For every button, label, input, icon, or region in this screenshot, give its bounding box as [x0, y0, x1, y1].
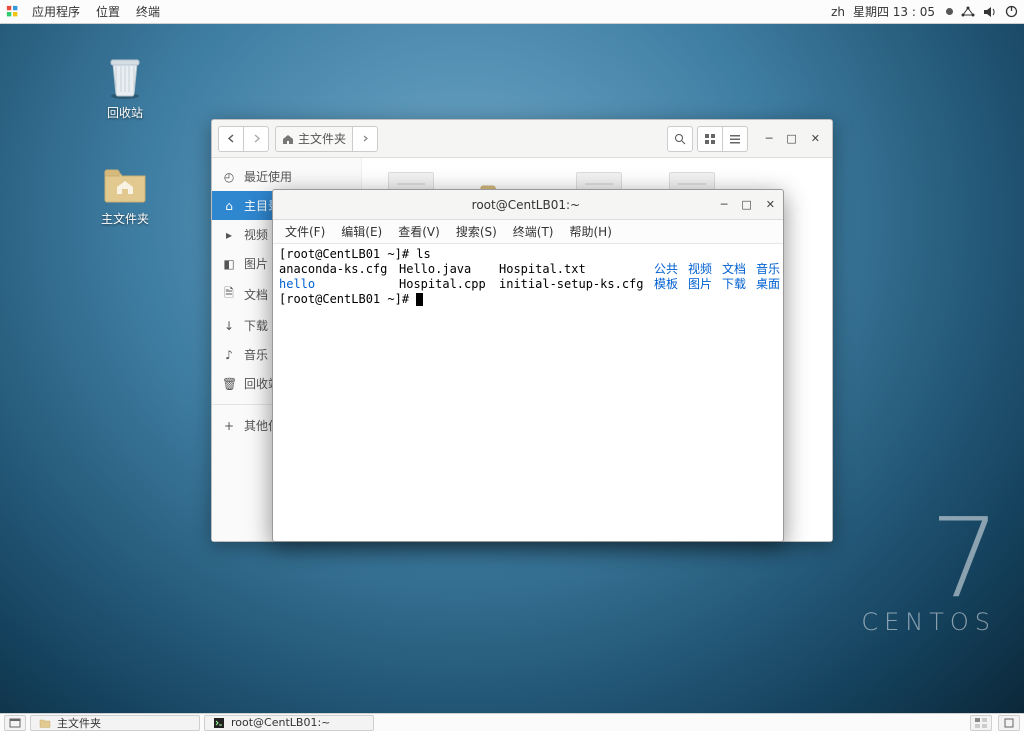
terminal-dir: hello	[279, 277, 399, 292]
terminal-dir: 桌面	[756, 277, 780, 291]
fm-search-button[interactable]	[667, 126, 693, 152]
fm-view-grid-button[interactable]	[697, 126, 723, 152]
terminal-cursor	[416, 293, 423, 306]
terminal-file: Hello.java	[399, 262, 499, 277]
terminal-dir: 文档	[722, 262, 756, 277]
taskbar-show-desktop[interactable]	[4, 715, 26, 731]
sidebar-item-label: 音乐	[244, 346, 268, 363]
fm-path-next[interactable]	[352, 126, 378, 152]
apps-launcher-icon[interactable]	[6, 5, 20, 19]
network-icon[interactable]	[961, 6, 975, 18]
terminal-file: anaconda-ks.cfg	[279, 262, 399, 277]
centos-name: CENTOS	[861, 608, 996, 636]
terminal-menu-terminal[interactable]: 终端(T)	[505, 223, 562, 240]
music-icon: ♪	[222, 348, 236, 362]
terminal-titlebar[interactable]: root@CentLB01:~ ─ □ ✕	[273, 190, 783, 220]
sidebar-item-label: 下载	[244, 317, 268, 334]
trash-icon: 🗑	[222, 377, 236, 391]
folder-icon	[39, 717, 51, 729]
terminal-title: root@CentLB01:~	[331, 198, 721, 212]
taskbar-item-filemgr[interactable]: 主文件夹	[30, 715, 200, 731]
terminal-menu-search[interactable]: 搜索(S)	[448, 223, 505, 240]
desktop-icon-trash[interactable]: 回收站	[85, 52, 165, 121]
home-folder-icon	[101, 158, 149, 206]
fm-forward-button[interactable]	[243, 126, 269, 152]
terminal-content[interactable]: [root@CentLB01 ~]# ls anaconda-ks.cfgHel…	[273, 244, 783, 541]
taskbar-tray-button[interactable]	[998, 715, 1020, 731]
trash-icon	[101, 52, 149, 100]
terminal-file: Hospital.cpp	[399, 277, 499, 292]
sidebar-item-recent[interactable]: ◴ 最近使用	[212, 162, 361, 191]
desktop-icon-home[interactable]: 主文件夹	[85, 158, 165, 227]
fm-path-home[interactable]: 主文件夹	[275, 126, 353, 152]
clock[interactable]: 星期四 13 : 05	[853, 3, 935, 20]
taskbar-item-label: root@CentLB01:~	[231, 716, 330, 729]
sidebar-item-label: 文档	[244, 286, 268, 303]
terminal-file: Hospital.txt	[499, 262, 654, 277]
terminal-dir: 图片	[688, 277, 722, 292]
terminal-dir: 视频	[688, 262, 722, 277]
taskbar-item-terminal[interactable]: root@CentLB01:~	[204, 715, 374, 731]
terminal-minimize-button[interactable]: ─	[721, 198, 728, 211]
menu-places[interactable]: 位置	[88, 3, 128, 20]
bottom-taskbar: 主文件夹 root@CentLB01:~	[0, 713, 1024, 731]
terminal-window: root@CentLB01:~ ─ □ ✕ 文件(F) 编辑(E) 查看(V) …	[272, 189, 784, 542]
terminal-dir: 音乐	[756, 262, 780, 276]
input-method-indicator[interactable]: zh	[831, 5, 845, 19]
terminal-menubar: 文件(F) 编辑(E) 查看(V) 搜索(S) 终端(T) 帮助(H)	[273, 220, 783, 244]
video-icon: ▸	[222, 228, 236, 242]
power-icon[interactable]	[1005, 5, 1018, 18]
terminal-dir: 公共	[654, 262, 688, 277]
terminal-prompt: [root@CentLB01 ~]#	[279, 292, 416, 306]
recording-indicator-icon	[946, 8, 953, 15]
terminal-menu-file[interactable]: 文件(F)	[277, 223, 333, 240]
desktop-icon-trash-label: 回收站	[85, 104, 165, 121]
fm-maximize-button[interactable]: □	[786, 132, 796, 145]
desktop-icon-home-label: 主文件夹	[85, 210, 165, 227]
fm-back-button[interactable]	[218, 126, 244, 152]
sidebar-item-label: 图片	[244, 255, 268, 272]
taskbar-item-label: 主文件夹	[57, 715, 101, 731]
terminal-dir: 下载	[722, 277, 756, 292]
picture-icon: ◧	[222, 257, 236, 271]
document-icon: 🗎	[222, 284, 236, 305]
menu-terminal[interactable]: 终端	[128, 3, 168, 20]
menu-applications[interactable]: 应用程序	[24, 3, 88, 20]
centos-version: 7	[861, 514, 996, 602]
file-manager-titlebar[interactable]: 主文件夹 ─ □ ✕	[212, 120, 832, 158]
top-panel: 应用程序 位置 终端 zh 星期四 13 : 05	[0, 0, 1024, 24]
terminal-icon	[213, 717, 225, 729]
download-icon: ↓	[222, 319, 236, 333]
fm-path-home-label: 主文件夹	[298, 130, 346, 147]
terminal-close-button[interactable]: ✕	[766, 198, 775, 211]
home-icon: ⌂	[222, 199, 236, 213]
plus-icon: +	[222, 419, 236, 433]
taskbar-workspace-switcher[interactable]	[970, 715, 992, 731]
terminal-cmd: ls	[416, 247, 430, 261]
terminal-maximize-button[interactable]: □	[741, 198, 751, 211]
clock-icon: ◴	[222, 170, 236, 184]
terminal-prompt: [root@CentLB01 ~]#	[279, 247, 416, 261]
fm-view-list-button[interactable]	[722, 126, 748, 152]
sidebar-item-label: 最近使用	[244, 168, 292, 185]
terminal-dir: 模板	[654, 277, 688, 292]
fm-close-button[interactable]: ✕	[811, 132, 820, 145]
terminal-menu-view[interactable]: 查看(V)	[390, 223, 448, 240]
volume-icon[interactable]	[983, 6, 997, 18]
terminal-menu-edit[interactable]: 编辑(E)	[333, 223, 390, 240]
sidebar-item-label: 视频	[244, 226, 268, 243]
terminal-menu-help[interactable]: 帮助(H)	[562, 223, 620, 240]
centos-branding: 7 CENTOS	[861, 514, 996, 636]
fm-minimize-button[interactable]: ─	[766, 132, 773, 145]
terminal-file: initial-setup-ks.cfg	[499, 277, 654, 292]
